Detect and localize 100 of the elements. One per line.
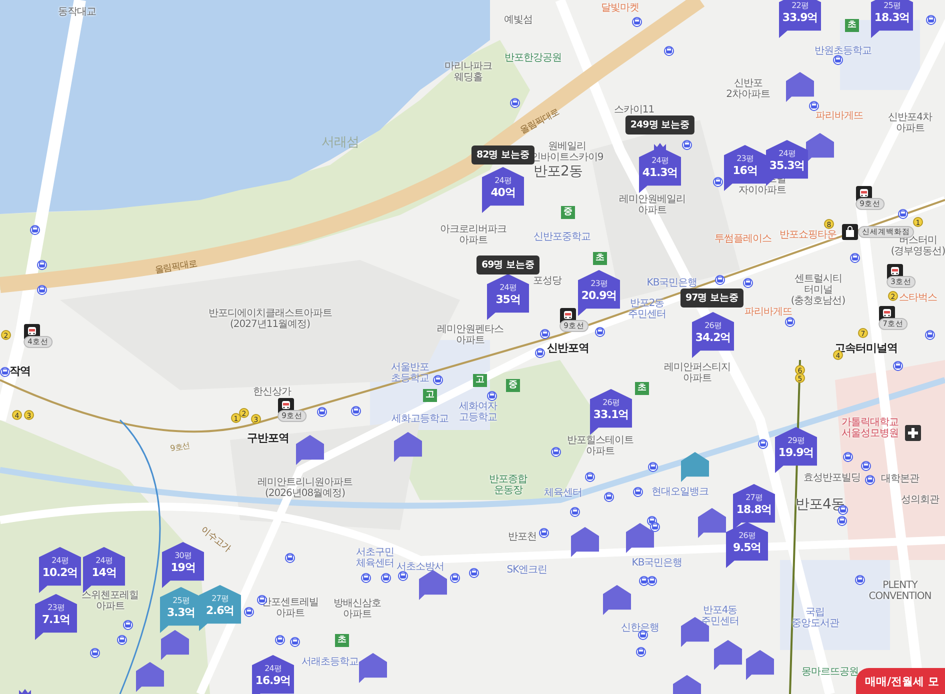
store-label: 파리바게뜨 — [744, 306, 792, 318]
place-label: 성의회관 — [901, 494, 939, 506]
viewer-count-badge: 97명 보는중 — [680, 288, 744, 308]
hospital-cross-icon — [905, 425, 921, 441]
viewer-count-badge: 69명 보는중 — [476, 256, 540, 274]
price-label: 16.9억 — [255, 674, 291, 687]
area-label: 27평 — [746, 493, 762, 503]
store-label: 파리바게뜨 — [815, 110, 863, 122]
store-label: 반포쇼핑타운 — [780, 230, 836, 240]
place-label: 반포힐스테이트 아파트 — [566, 435, 634, 457]
station-label: 신반포역 — [547, 342, 589, 354]
area-label: 24평 — [500, 283, 516, 293]
place-label: 마리나파크 웨딩홀 — [444, 61, 492, 83]
park-label: 몽마르뜨공원 — [802, 666, 858, 678]
facility-label: 반원초등학교 — [814, 46, 872, 56]
area-label: 25평 — [884, 1, 900, 11]
school-flag: 초 — [335, 634, 349, 647]
trade-type-button[interactable]: 매매/전월세 모 — [856, 668, 945, 694]
price-label: 35.3억 — [769, 159, 805, 172]
school-flag: 초 — [593, 252, 607, 265]
store-label: 달빛마켓 — [601, 2, 639, 14]
place-label: 스위첸포레힐 아파트 — [82, 590, 138, 612]
price-label: 16억 — [732, 164, 758, 177]
area-label: 22평 — [792, 1, 808, 11]
shopping-bag-icon — [842, 224, 858, 240]
facility-label: KB국민은행 — [646, 278, 698, 288]
place-label: 포성당 — [532, 276, 562, 286]
area-label: 23평 — [590, 279, 608, 289]
place-label: 스카이11 — [614, 104, 654, 116]
price-label: 33.9억 — [782, 11, 818, 24]
facility-label: 체육센터 — [544, 488, 582, 498]
facility-label: 신반포중학교 — [534, 232, 590, 242]
area-label: 26평 — [704, 321, 722, 331]
road-label: 올림픽대로 — [154, 258, 198, 278]
place-label: 아크로리버파크 아파트 — [440, 224, 506, 246]
price-label: 7.1억 — [42, 613, 70, 626]
price-label: 33.1억 — [593, 408, 629, 421]
store-label: 투썸플레이스 — [714, 234, 772, 244]
viewer-count-badge: 249명 보는중 — [625, 116, 695, 134]
price-label: 9.5억 — [732, 541, 762, 554]
school-flag: 고 — [473, 374, 487, 387]
facility-label: 반포4동 주민센터 — [701, 605, 739, 627]
price-label: 40억 — [490, 186, 516, 199]
area-label: 24평 — [96, 556, 112, 566]
area-label: 24평 — [52, 556, 68, 566]
price-label: 18.8억 — [736, 503, 772, 516]
place-label: 한신상가 — [253, 386, 291, 398]
area-label: 30평 — [174, 551, 192, 561]
station-label: 구반포역 — [247, 432, 289, 444]
area-label: 24평 — [652, 156, 668, 166]
place-label: 레미안퍼스티지 아파트 — [664, 362, 730, 384]
place-label: 반포디에이치클래스트아파트 (2027년11월예정) — [208, 308, 332, 330]
bus-stop-icon[interactable] — [833, 55, 843, 65]
place-label: 예빛섬 — [504, 14, 532, 26]
area-label: 25평 — [172, 596, 190, 606]
park-label: 반포한강공원 — [504, 52, 562, 64]
price-label: 18.3억 — [874, 11, 910, 24]
park-label: 반포종합 운동장 — [489, 474, 527, 496]
place-label: PLENTY CONVENTION — [868, 580, 932, 602]
price-label: 20.9억 — [581, 289, 617, 302]
place-label: 신반포4차 아파트 — [888, 112, 932, 134]
station-label: 작역 — [10, 366, 30, 376]
price-label: 14억 — [92, 566, 116, 579]
price-label: 10.2억 — [42, 566, 78, 579]
area-label: 27평 — [212, 594, 228, 604]
price-label: 2.6억 — [206, 604, 234, 617]
facility-label: 서래초등학교 — [302, 656, 358, 668]
place-label: 방배신삼호 아파트 — [333, 598, 381, 620]
price-label: 3.3억 — [166, 606, 196, 619]
place-label: 효성반포빌딩 — [804, 472, 860, 484]
area-label: 24평 — [264, 664, 282, 674]
hospital-label: 가톨릭대학교 서울성모병원 — [842, 417, 898, 439]
subway-line-label: 9호선 — [169, 440, 191, 454]
facility-label: 서초소방서 — [396, 562, 444, 572]
place-label: 레미안트리니원아파트 (2026년08월예정) — [258, 477, 352, 499]
place-label: 센트럴시티 터미널 (충청호남선) — [790, 274, 846, 306]
school-flag: 중 — [506, 379, 520, 392]
area-label: 23평 — [48, 603, 64, 613]
place-label: 신반포 2차아파트 — [726, 78, 770, 100]
school-flag: 초 — [635, 382, 649, 395]
facility-label: 세화여자 고등학교 — [459, 401, 497, 423]
school-flag: 중 — [561, 206, 575, 219]
price-label: 41.3억 — [642, 166, 678, 179]
price-label: 34.2억 — [695, 331, 731, 344]
facility-label: 신한은행 — [621, 622, 659, 634]
district-label: 반포2동 — [534, 164, 582, 180]
area-label: 29평 — [788, 436, 804, 446]
place-label: 레미안원펜타스 아파트 — [436, 324, 504, 346]
bus-stop-icon[interactable] — [638, 630, 648, 640]
crown-icon — [653, 142, 667, 152]
store-label: 스타벅스 — [899, 292, 937, 304]
facility-label: SK엔크린 — [506, 564, 548, 576]
price-label: 19.9억 — [778, 446, 814, 459]
price-label: 35억 — [496, 293, 520, 306]
area-label: 26평 — [738, 531, 756, 541]
area-label: 24평 — [494, 176, 512, 186]
facility-label: 서초구민 체육센터 — [356, 547, 394, 569]
school-flag: 초 — [845, 19, 859, 32]
place-label: 반포천 — [508, 532, 536, 542]
school-flag: 고 — [423, 389, 437, 402]
